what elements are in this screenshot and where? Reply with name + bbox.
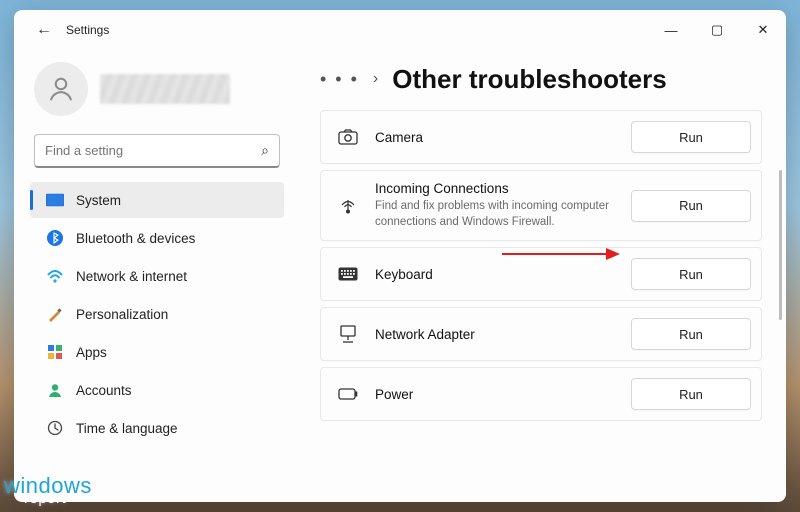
bluetooth-icon (46, 229, 64, 247)
window-title: Settings (66, 23, 109, 37)
close-button[interactable]: ✕ (740, 10, 786, 50)
power-icon (337, 383, 359, 405)
run-button-network-adapter[interactable]: Run (631, 318, 751, 350)
back-button[interactable]: ← (30, 21, 58, 39)
apps-icon (46, 343, 64, 361)
profile-section[interactable] (30, 56, 284, 130)
camera-icon (337, 126, 359, 148)
profile-name-redacted (100, 74, 230, 104)
breadcrumb-overflow-button[interactable]: • • • (320, 69, 359, 90)
nav-list: System Bluetooth & devices Network & int… (30, 182, 284, 446)
sidebar-item-label: System (76, 193, 121, 208)
incoming-connections-icon (337, 195, 359, 217)
sidebar-item-time-language[interactable]: Time & language (30, 410, 284, 446)
troubleshooter-description: Find and fix problems with incoming comp… (375, 199, 615, 230)
watermark: windows report (4, 477, 92, 506)
sidebar-item-label: Time & language (76, 421, 178, 436)
sidebar-item-label: Personalization (76, 307, 168, 322)
run-button-camera[interactable]: Run (631, 121, 751, 153)
page-title: Other troubleshooters (392, 64, 666, 95)
sidebar-item-system[interactable]: System (30, 182, 284, 218)
troubleshooter-keyboard: Keyboard Run (320, 247, 762, 301)
troubleshooter-incoming-connections: Incoming Connections Find and fix proble… (320, 170, 762, 241)
run-button-keyboard[interactable]: Run (631, 258, 751, 290)
troubleshooter-list: Camera Run Incoming Connections Find and… (320, 110, 772, 421)
breadcrumb: • • • › Other troubleshooters (320, 56, 772, 102)
personalization-icon (46, 305, 64, 323)
troubleshooter-title: Power (375, 387, 615, 402)
run-button-power[interactable]: Run (631, 378, 751, 410)
chevron-right-icon: › (373, 70, 378, 88)
keyboard-icon (337, 263, 359, 285)
search-input[interactable] (45, 143, 261, 158)
sidebar-item-label: Bluetooth & devices (76, 231, 195, 246)
maximize-button[interactable]: ▢ (694, 10, 740, 50)
troubleshooter-title: Keyboard (375, 267, 615, 282)
sidebar-item-label: Accounts (76, 383, 132, 398)
sidebar-item-bluetooth[interactable]: Bluetooth & devices (30, 220, 284, 256)
sidebar-item-accounts[interactable]: Accounts (30, 372, 284, 408)
time-language-icon (46, 419, 64, 437)
sidebar-item-network[interactable]: Network & internet (30, 258, 284, 294)
window-controls: — ▢ ✕ (648, 10, 786, 50)
sidebar: ⌕ System Bluetooth & devices (14, 50, 292, 502)
search-icon: ⌕ (261, 142, 269, 159)
troubleshooter-camera: Camera Run (320, 110, 762, 164)
troubleshooter-network-adapter: Network Adapter Run (320, 307, 762, 361)
sidebar-item-apps[interactable]: Apps (30, 334, 284, 370)
run-button-incoming[interactable]: Run (631, 190, 751, 222)
sidebar-item-personalization[interactable]: Personalization (30, 296, 284, 332)
titlebar: ← Settings — ▢ ✕ (14, 10, 786, 50)
settings-window: ← Settings — ▢ ✕ ⌕ (14, 10, 786, 502)
vertical-scrollbar[interactable] (779, 170, 782, 320)
sidebar-item-label: Apps (76, 345, 107, 360)
sidebar-item-label: Network & internet (76, 269, 187, 284)
troubleshooter-title: Incoming Connections (375, 181, 615, 196)
troubleshooter-power: Power Run (320, 367, 762, 421)
troubleshooter-title: Camera (375, 130, 615, 145)
search-box[interactable]: ⌕ (34, 134, 280, 168)
network-icon (46, 267, 64, 285)
minimize-button[interactable]: — (648, 10, 694, 50)
system-icon (46, 191, 64, 209)
troubleshooter-title: Network Adapter (375, 327, 615, 342)
content-area: • • • › Other troubleshooters Camera Run (292, 50, 786, 502)
avatar (34, 62, 88, 116)
network-adapter-icon (337, 323, 359, 345)
accounts-icon (46, 381, 64, 399)
